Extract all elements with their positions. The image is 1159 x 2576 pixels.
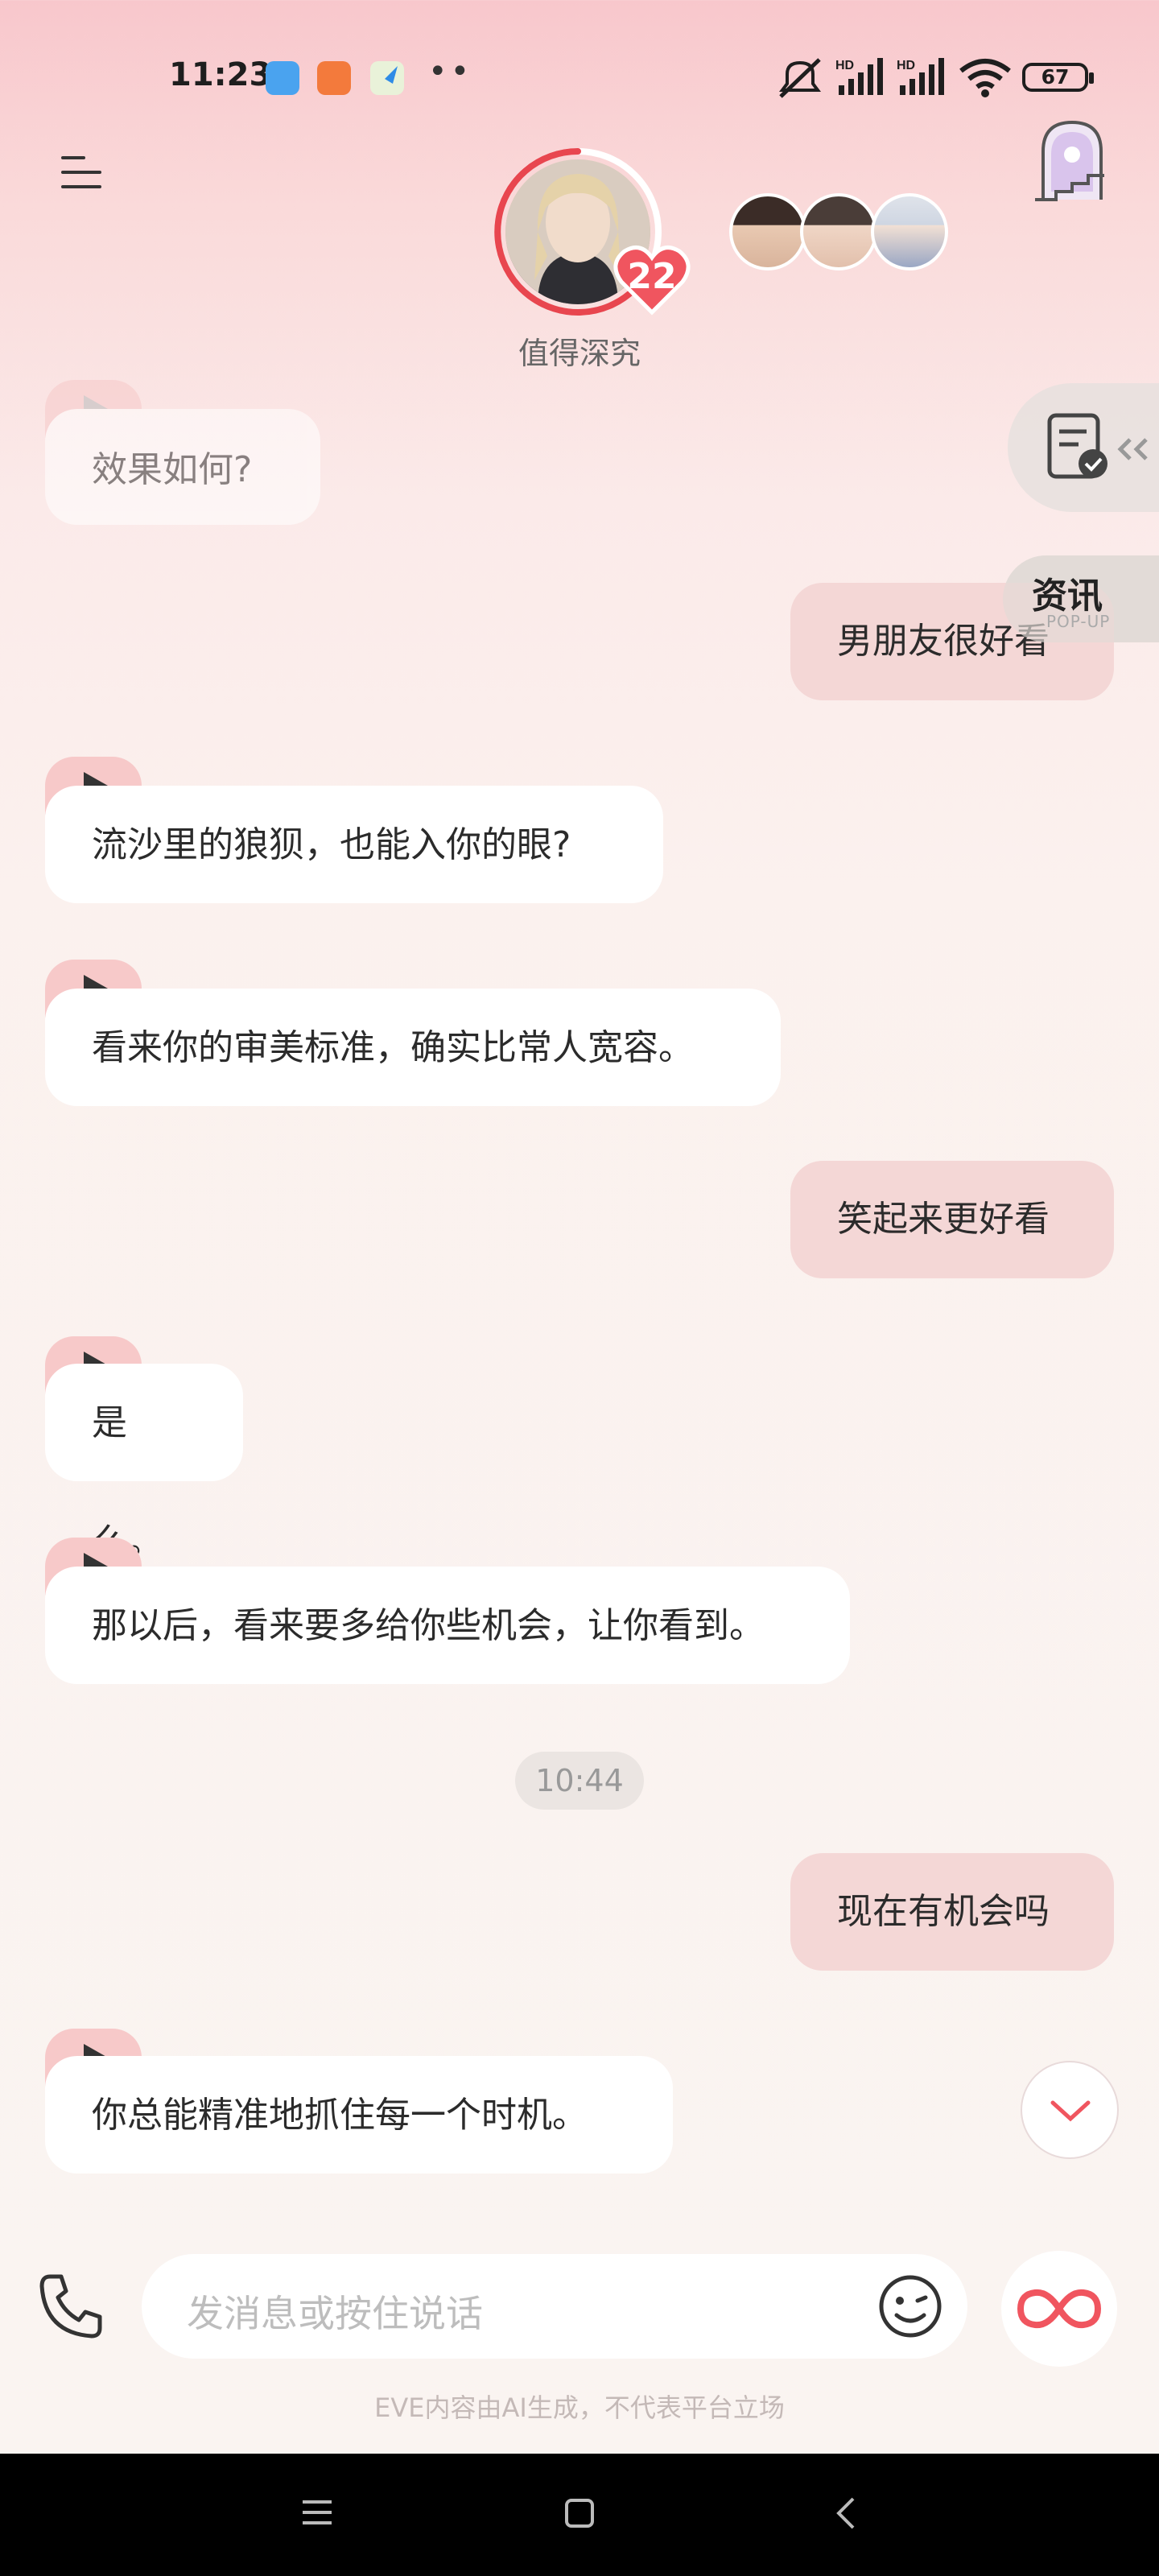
avatar-caption: 值得深究 xyxy=(518,336,641,371)
emoji-button[interactable] xyxy=(877,2273,943,2339)
news-subtitle-overlay: POP-UP xyxy=(1046,612,1111,631)
chevron-down-icon xyxy=(1050,2100,1091,2122)
svg-text:HD: HD xyxy=(897,59,915,72)
signal-icon-1: HD xyxy=(834,56,890,105)
scroll-to-bottom-button[interactable] xyxy=(1021,2061,1119,2159)
infinity-icon xyxy=(1017,2289,1101,2329)
emoji-icon xyxy=(879,2275,942,2338)
nav-home-icon[interactable] xyxy=(563,2497,596,2529)
task-doc-tab[interactable] xyxy=(1008,383,1159,512)
portal-stairs-icon[interactable] xyxy=(1032,119,1112,203)
message-bubble-in: 看来你的审美标准，确实比常人宽容。 xyxy=(45,989,781,1106)
map-notification-icon xyxy=(369,60,406,97)
menu-icon-line xyxy=(61,171,101,174)
wallet-notification-icon xyxy=(266,61,299,95)
message-bubble-in: 效果如何? xyxy=(45,409,320,525)
message-bubble-in: 流沙里的狼狈，也能入你的眼? xyxy=(45,786,663,903)
message-bubble-in: 是么。 xyxy=(45,1364,243,1563)
companion-avatar-2[interactable] xyxy=(800,193,877,270)
message-input-placeholder: 发消息或按住说话 xyxy=(187,2292,483,2335)
battery-indicator: 67 xyxy=(1022,63,1094,92)
signal-label-1: HD xyxy=(835,59,854,72)
companion-avatar-1[interactable] xyxy=(729,193,806,270)
menu-icon xyxy=(61,156,85,159)
more-notifications-icon: •• xyxy=(428,53,473,90)
menu-icon-line xyxy=(61,185,101,188)
wifi-icon xyxy=(959,58,1011,101)
infinity-mode-button[interactable] xyxy=(1001,2251,1117,2367)
phone-icon xyxy=(39,2274,102,2339)
store-notification-icon xyxy=(317,61,351,95)
status-time: 11:23 xyxy=(169,56,272,93)
message-bubble-out: 笑起来更好看 xyxy=(790,1161,1114,1278)
mute-icon xyxy=(776,56,824,105)
system-nav-bar xyxy=(0,2454,1159,2576)
message-bubble-out: 现在有机会吗 xyxy=(790,1853,1114,1971)
nav-back-icon[interactable] xyxy=(834,2496,858,2531)
message-bubble-in: 那以后，看来要多给你些机会，让你看到。 xyxy=(45,1567,850,1684)
news-title-overlay: 资讯 xyxy=(1032,576,1103,617)
heart-count: 22 xyxy=(627,256,677,297)
companion-avatar-3[interactable] xyxy=(871,193,948,270)
nav-menu-icon[interactable] xyxy=(301,2499,333,2526)
menu-button[interactable] xyxy=(56,150,105,195)
ai-disclaimer: EVE内容由AI生成，不代表平台立场 xyxy=(374,2392,785,2423)
signal-icon-2: HD xyxy=(895,56,951,105)
call-button[interactable] xyxy=(35,2270,108,2343)
timestamp-chip: 10:44 xyxy=(515,1752,644,1810)
message-bubble-in: 你总能精准地抓住每一个时机。 xyxy=(45,2056,673,2174)
